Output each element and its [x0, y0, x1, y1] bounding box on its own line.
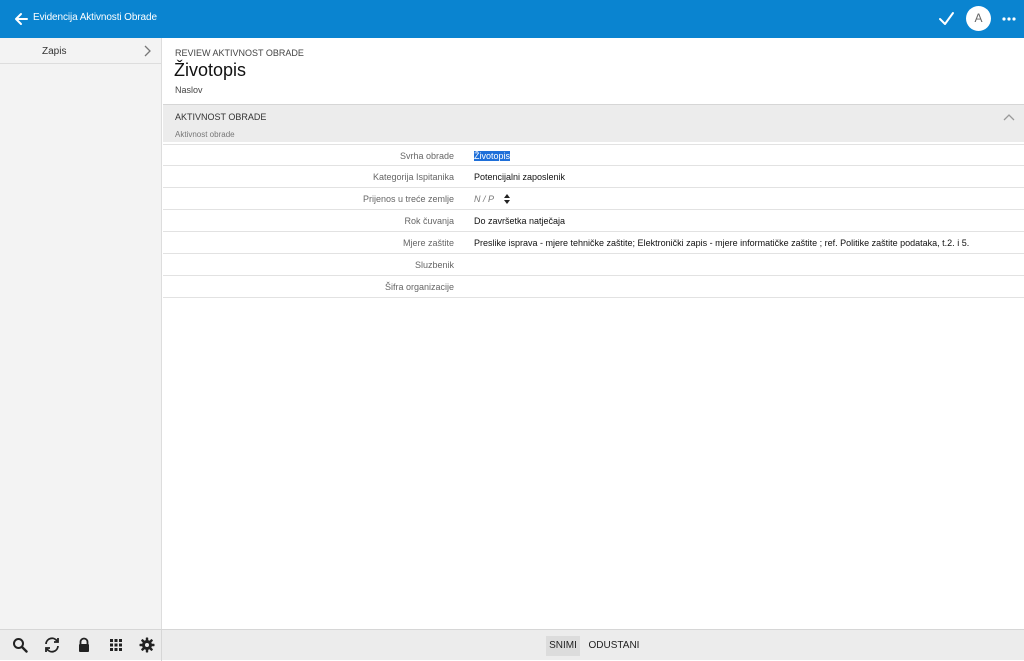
main-content: REVIEW AKTIVNOST OBRADE Životopis Naslov…	[163, 38, 1024, 629]
top-app-bar: Evidencija Aktivnosti Obrade A	[0, 0, 1024, 38]
back-arrow-icon[interactable]	[13, 11, 29, 27]
field-row-mjere: Mjere zaštite Preslike isprava - mjere t…	[163, 232, 1024, 254]
field-value-mjere[interactable]: Preslike isprava - mjere tehničke zaštit…	[474, 238, 969, 248]
sidebar-item-label: Zapis	[42, 46, 67, 57]
field-row-sifra: Šifra organizacije	[163, 276, 1024, 298]
page-subtitle: Naslov	[175, 85, 203, 95]
section-header[interactable]: AKTIVNOST OBRADE Aktivnost obrade	[163, 104, 1024, 142]
fields-list: Svrha obrade Životopis Kategorija Ispita…	[163, 144, 1024, 298]
selected-text: Životopis	[474, 151, 511, 161]
field-value-rok[interactable]: Do završetka natječaja	[474, 216, 565, 226]
section-subtitle: Aktivnost obrade	[175, 130, 235, 139]
check-icon[interactable]	[938, 11, 955, 26]
field-value-kategorija[interactable]: Potencijalni zaposlenik	[474, 172, 565, 182]
avatar[interactable]: A	[966, 6, 991, 31]
field-row-rok: Rok čuvanja Do završetka natječaja	[163, 210, 1024, 232]
divider	[161, 630, 162, 661]
field-row-prijenos: Prijenos u treće zemlje N / P	[163, 188, 1024, 210]
field-label: Mjere zaštite	[402, 238, 454, 248]
section-title: AKTIVNOST OBRADE	[175, 112, 267, 122]
cancel-button[interactable]: ODUSTANI	[588, 636, 640, 656]
sidebar: Zapis	[0, 38, 162, 660]
field-value-svrha[interactable]: Životopis	[474, 151, 511, 161]
field-value-prijenos[interactable]: N / P	[474, 194, 494, 204]
field-row-kategorija: Kategorija Ispitanika Potencijalni zapos…	[163, 166, 1024, 188]
lock-icon[interactable]	[76, 637, 92, 653]
app-title: Evidencija Aktivnosti Obrade	[33, 12, 157, 23]
field-label: Svrha obrade	[399, 151, 454, 161]
sidebar-item-zapis[interactable]: Zapis	[0, 38, 161, 64]
field-label: Šifra organizacije	[384, 282, 454, 292]
more-options-icon[interactable]	[1001, 11, 1017, 27]
field-row-svrha: Svrha obrade Životopis	[163, 144, 1024, 166]
review-caption: REVIEW AKTIVNOST OBRADE	[175, 48, 304, 58]
gear-icon[interactable]	[139, 637, 155, 653]
field-row-sluzbenik: Sluzbenik	[163, 254, 1024, 276]
apps-grid-icon[interactable]	[108, 637, 124, 653]
search-icon[interactable]	[12, 637, 28, 653]
field-label: Kategorija Ispitanika	[372, 172, 454, 182]
save-button[interactable]: SNIMI	[546, 636, 580, 656]
chevron-up-icon[interactable]	[1003, 112, 1015, 122]
field-label: Rok čuvanja	[404, 216, 454, 226]
chevron-right-icon	[144, 45, 151, 57]
bottom-toolbar: SNIMI ODUSTANI	[0, 629, 1024, 661]
sort-icon[interactable]	[504, 194, 510, 204]
sync-icon[interactable]	[44, 637, 60, 653]
page-title: Životopis	[174, 60, 247, 80]
field-label: Prijenos u treće zemlje	[362, 194, 454, 204]
field-label: Sluzbenik	[414, 260, 454, 270]
